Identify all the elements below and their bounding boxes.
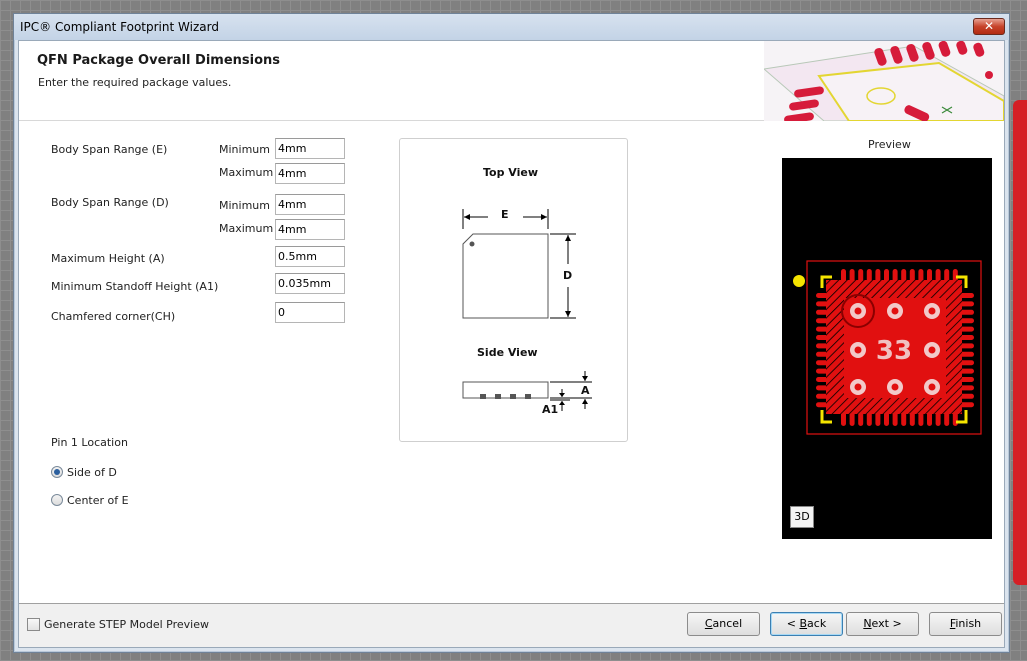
thermal-via: [850, 342, 866, 358]
pin1-center-of-e-radio[interactable]: [51, 494, 63, 506]
body-span-e-max-input[interactable]: [275, 163, 345, 184]
body-span-d-min-label: Minimum: [219, 199, 270, 212]
dimension-a1-label: A1: [542, 403, 559, 416]
page-header: QFN Package Overall Dimensions Enter the…: [19, 41, 1004, 121]
preview-label: Preview: [868, 138, 911, 151]
back-button[interactable]: < Back: [770, 612, 843, 636]
background-red-bar: [1013, 100, 1027, 585]
body-span-e-min-input[interactable]: [275, 138, 345, 159]
body-span-e-label: Body Span Range (E): [51, 143, 168, 156]
thermal-via: [924, 379, 940, 395]
pin1-side-of-d-radio[interactable]: [51, 466, 63, 478]
chamfer-input[interactable]: [275, 302, 345, 323]
finish-button[interactable]: Finish: [929, 612, 1002, 636]
close-button[interactable]: ✕: [973, 18, 1005, 35]
max-height-label: Maximum Height (A): [51, 252, 165, 265]
window-title: IPC® Compliant Footprint Wizard: [20, 20, 219, 34]
thermal-via: [924, 342, 940, 358]
body-span-d-label: Body Span Range (D): [51, 196, 169, 209]
dimension-d-label: D: [563, 269, 573, 282]
dimension-diagram: Top View E D Side View A A1: [399, 138, 628, 442]
pin1-location-heading: Pin 1 Location: [51, 436, 128, 449]
wizard-client-area: QFN Package Overall Dimensions Enter the…: [18, 40, 1005, 648]
thermal-via: [850, 379, 866, 395]
top-view-drawing: [462, 209, 592, 411]
cancel-button[interactable]: Cancel: [687, 612, 760, 636]
pin1-side-of-d-label[interactable]: Side of D: [67, 466, 117, 479]
next-button[interactable]: Next >: [846, 612, 919, 636]
body-span-d-min-input[interactable]: [275, 194, 345, 215]
footprint-preview-drawing: 33: [793, 260, 982, 435]
body-span-d-max-input[interactable]: [275, 219, 345, 240]
min-standoff-input[interactable]: [275, 273, 345, 294]
generate-step-preview-checkbox[interactable]: [27, 618, 40, 631]
page-subtitle: Enter the required package values.: [38, 76, 232, 89]
wizard-window: IPC® Compliant Footprint Wizard ✕ QFN Pa…: [13, 13, 1010, 653]
wizard-footer: Generate STEP Model Preview Cancel < Bac…: [19, 603, 1004, 647]
pin1-center-of-e-label[interactable]: Center of E: [67, 494, 129, 507]
footprint-preview[interactable]: 33 3D: [782, 158, 992, 539]
thermal-via: [850, 303, 866, 319]
body-span-e-max-label: Maximum: [219, 166, 274, 179]
title-bar[interactable]: IPC® Compliant Footprint Wizard ✕: [14, 14, 1009, 40]
close-icon: ✕: [983, 19, 995, 33]
min-standoff-label: Minimum Standoff Height (A1): [51, 280, 219, 293]
max-height-input[interactable]: [275, 246, 345, 267]
view-3d-button[interactable]: 3D: [790, 506, 814, 528]
page-title: QFN Package Overall Dimensions: [37, 53, 281, 68]
dimension-a-label: A: [581, 384, 590, 397]
thermal-via: [887, 303, 903, 319]
thermal-via: [887, 379, 903, 395]
exposed-pad-number: 33: [876, 336, 912, 366]
body-span-e-min-label: Minimum: [219, 143, 270, 156]
side-view-title: Side View: [477, 346, 538, 359]
dimension-e-label: E: [501, 208, 509, 221]
thermal-via: [924, 303, 940, 319]
chamfer-label: Chamfered corner(CH): [51, 310, 176, 323]
header-footprint-illustration: [764, 41, 1004, 121]
generate-step-preview-label[interactable]: Generate STEP Model Preview: [44, 618, 209, 631]
body-span-d-max-label: Maximum: [219, 222, 274, 235]
